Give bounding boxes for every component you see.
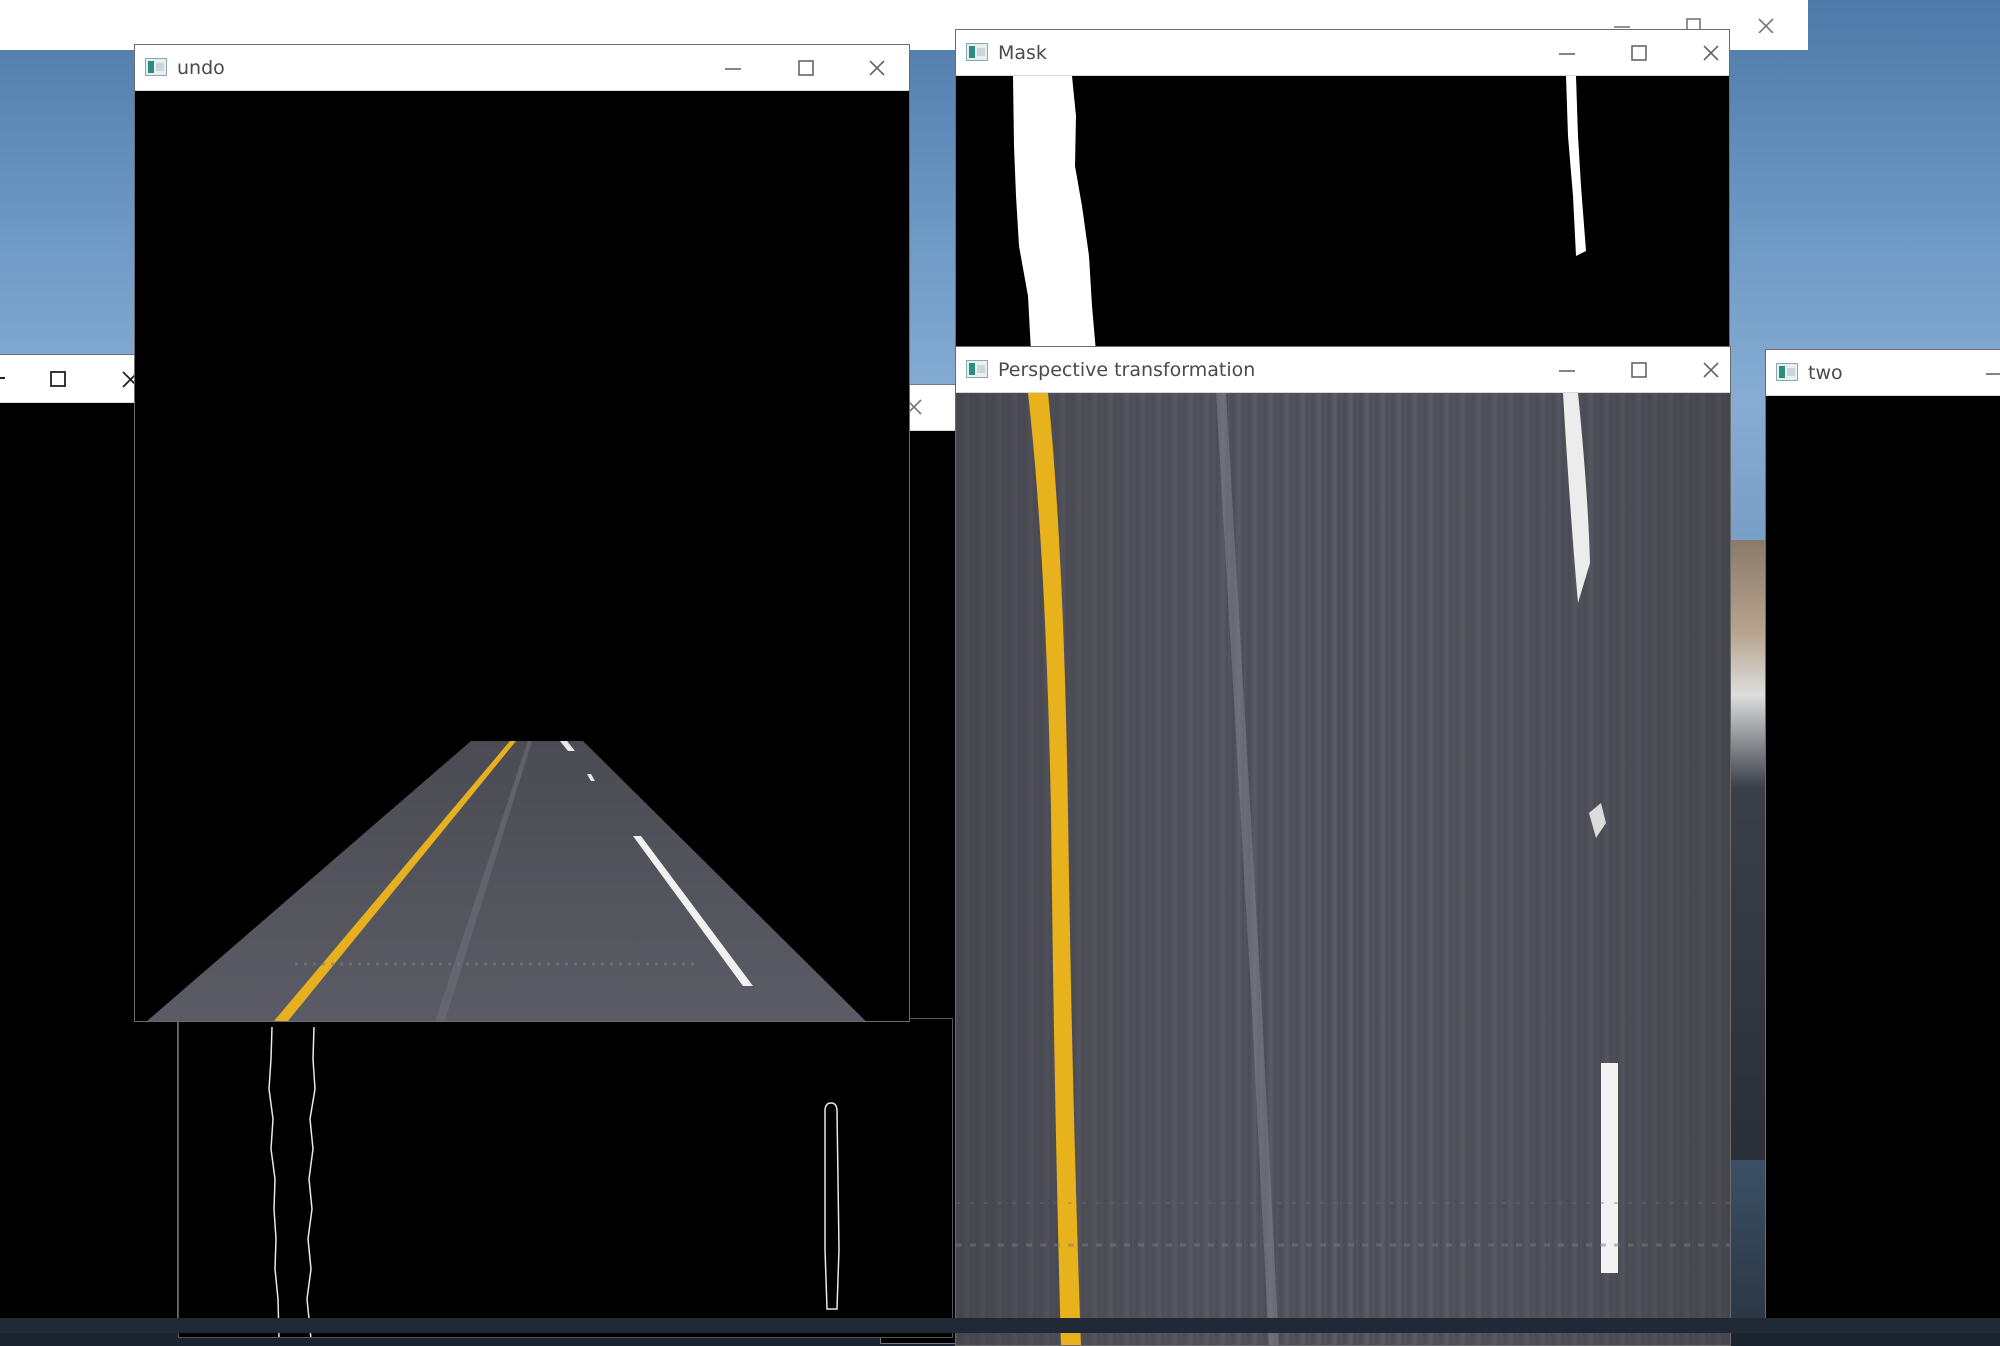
app-icon	[1776, 363, 1798, 381]
perspective-title: Perspective transformation	[998, 359, 1256, 381]
perspective-road-image	[956, 393, 1730, 1345]
perspective-minimize-button[interactable]	[1539, 347, 1595, 393]
maximize-icon	[798, 60, 814, 76]
left-maximize-button[interactable]	[31, 355, 87, 401]
minimize-icon	[1559, 53, 1575, 55]
minimize-icon	[725, 68, 741, 70]
close-icon	[1703, 362, 1719, 378]
undo-titlebar[interactable]: undo	[135, 45, 909, 91]
undo-maximize-button[interactable]	[778, 45, 834, 91]
close-icon	[1703, 45, 1719, 61]
mask-canvas	[956, 76, 1729, 350]
edges-window[interactable]	[178, 1018, 953, 1338]
perspective-canvas	[956, 393, 1730, 1345]
two-title: two	[1808, 362, 1843, 384]
app-icon	[145, 58, 167, 76]
undo-road-image	[147, 741, 866, 1021]
maximize-icon	[1631, 45, 1647, 61]
app-icon	[966, 360, 988, 378]
app-icon	[966, 43, 988, 61]
perspective-close-button[interactable]	[1683, 347, 1730, 393]
undo-close-button[interactable]	[849, 45, 905, 91]
mask-close-button[interactable]	[1683, 30, 1729, 76]
maximize-icon	[1631, 362, 1647, 378]
minimize-icon	[1986, 373, 2000, 375]
mask-maximize-button[interactable]	[1611, 30, 1667, 76]
undo-window[interactable]: undo	[134, 44, 910, 1022]
mask-titlebar[interactable]: Mask	[956, 30, 1729, 76]
perspective-maximize-button[interactable]	[1611, 347, 1667, 393]
perspective-window[interactable]: Perspective transformation	[955, 346, 1731, 1346]
left-minimize-stub[interactable]	[0, 377, 5, 379]
edges-canvas	[268, 1026, 840, 1337]
taskbar[interactable]	[0, 1318, 2000, 1333]
two-titlebar[interactable]: two	[1766, 350, 2000, 396]
mask-title: Mask	[998, 42, 1047, 64]
mask-image	[1013, 76, 1586, 350]
two-canvas	[1766, 396, 2000, 1323]
close-icon	[1758, 18, 1774, 33]
two-minimize-button[interactable]	[1966, 350, 2000, 396]
maximize-icon	[50, 371, 66, 387]
mask-window[interactable]: Mask	[955, 29, 1730, 351]
two-window[interactable]: two	[1765, 349, 2000, 1324]
minimize-icon	[1559, 370, 1575, 372]
mask-minimize-button[interactable]	[1539, 30, 1595, 76]
undo-minimize-button[interactable]	[705, 45, 761, 91]
undo-title: undo	[177, 57, 225, 79]
close-icon	[869, 60, 885, 76]
background-close-button[interactable]	[1738, 0, 1794, 46]
undo-canvas	[135, 91, 909, 1021]
perspective-titlebar[interactable]: Perspective transformation	[956, 347, 1730, 393]
